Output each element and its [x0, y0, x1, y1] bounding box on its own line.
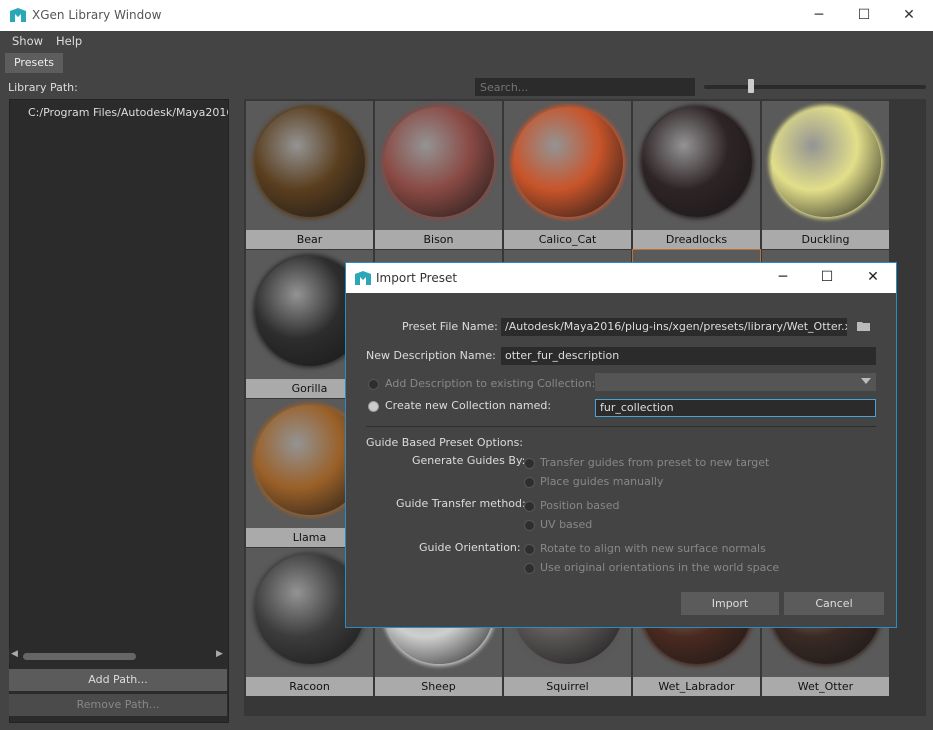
preset-label: Wet_Labrador [633, 677, 760, 696]
cancel-button[interactable]: Cancel [784, 592, 884, 615]
menu-show[interactable]: Show [12, 34, 43, 48]
add-existing-radio[interactable] [368, 379, 379, 390]
collection-name-input[interactable]: fur_collection [595, 399, 876, 417]
import-button[interactable]: Import [681, 592, 779, 615]
minimize-icon[interactable]: ─ [810, 6, 828, 24]
preset-file-field[interactable]: /Autodesk/Maya2016/plug-ins/xgen/presets… [501, 318, 847, 336]
preset-tile[interactable]: Bear [246, 101, 373, 249]
preset-file-label: Preset File Name: [402, 320, 498, 333]
library-path-panel: Library Path: C:/Program Files/Autodesk/… [0, 73, 232, 730]
add-existing-label: Add Description to existing Collection: [385, 377, 596, 390]
scrollbar-thumb[interactable] [23, 653, 136, 660]
position-based-radio[interactable] [524, 501, 535, 512]
scroll-left-icon[interactable]: ◀ [11, 649, 18, 659]
maximize-icon[interactable]: ☐ [818, 268, 836, 286]
maya-logo-icon [355, 271, 371, 285]
preset-label: Wet_Otter [762, 677, 889, 696]
preset-label: Calico_Cat [504, 230, 631, 249]
preset-thumbnail [642, 107, 752, 217]
position-based-label: Position based [540, 499, 620, 512]
slider-handle[interactable] [748, 79, 754, 93]
close-icon[interactable]: ✕ [864, 268, 882, 286]
library-path-label: Library Path: [8, 81, 78, 94]
preset-thumbnail [384, 107, 494, 217]
generate-manual-label: Place guides manually [540, 475, 664, 488]
close-icon[interactable]: ✕ [900, 6, 918, 24]
uv-based-radio[interactable] [524, 520, 535, 531]
preset-label: Squirrel [504, 677, 631, 696]
preset-label: Racoon [246, 677, 373, 696]
rotate-align-radio[interactable] [524, 544, 535, 555]
generate-guides-label: Generate Guides By: [412, 454, 526, 467]
generate-transfer-radio[interactable] [524, 458, 535, 469]
preset-label: Dreadlocks [633, 230, 760, 249]
library-path-item[interactable]: C:/Program Files/Autodesk/Maya2016/p [28, 106, 228, 119]
uv-based-label: UV based [540, 518, 593, 531]
generate-manual-radio[interactable] [524, 477, 535, 488]
preset-label: Sheep [375, 677, 502, 696]
menu-bar: Show Help [0, 31, 933, 51]
dialog-title: Import Preset [376, 271, 458, 285]
folder-icon[interactable] [857, 320, 871, 332]
tab-bar: Presets [0, 51, 933, 73]
original-orientation-radio[interactable] [524, 563, 535, 574]
preset-thumbnail [771, 107, 881, 217]
existing-collection-dropdown[interactable] [595, 373, 876, 391]
thumbnail-size-slider[interactable] [704, 85, 926, 89]
divider [366, 426, 876, 427]
preset-tile[interactable]: Calico_Cat [504, 101, 631, 249]
preset-tile[interactable]: Duckling [762, 101, 889, 249]
window-title: XGen Library Window [32, 8, 162, 22]
original-orientation-label: Use original orientations in the world s… [540, 561, 780, 574]
preset-label: Bear [246, 230, 373, 249]
create-new-radio[interactable] [368, 401, 379, 412]
minimize-icon[interactable]: ─ [774, 268, 792, 286]
chevron-down-icon [861, 378, 871, 384]
new-description-field[interactable]: otter_fur_description [501, 347, 876, 365]
library-path-list[interactable]: C:/Program Files/Autodesk/Maya2016/p [9, 99, 229, 723]
generate-transfer-label: Transfer guides from preset to new targe… [540, 456, 770, 469]
import-preset-dialog: Import Preset ─ ☐ ✕ Preset File Name: /A… [345, 262, 897, 628]
search-input[interactable] [475, 78, 695, 96]
remove-path-button[interactable]: Remove Path... [9, 694, 227, 716]
guide-options-label: Guide Based Preset Options: [366, 436, 524, 449]
preset-tile[interactable]: Bison [375, 101, 502, 249]
window-title-bar: XGen Library Window ─ ☐ ✕ [0, 0, 933, 31]
preset-label: Duckling [762, 230, 889, 249]
preset-thumbnail [513, 107, 623, 217]
preset-thumbnail [255, 107, 365, 217]
add-path-button[interactable]: Add Path... [9, 669, 227, 691]
orientation-label: Guide Orientation: [419, 541, 521, 554]
new-description-label: New Description Name: [366, 349, 496, 362]
preset-tile[interactable]: Dreadlocks [633, 101, 760, 249]
scroll-right-icon[interactable]: ▶ [216, 649, 223, 659]
preset-label: Bison [375, 230, 502, 249]
transfer-method-label: Guide Transfer method: [396, 497, 526, 510]
dialog-title-bar: Import Preset ─ ☐ ✕ [346, 263, 896, 293]
horizontal-scrollbar[interactable]: ◀ ▶ [9, 649, 227, 663]
maximize-icon[interactable]: ☐ [855, 6, 873, 24]
create-new-label: Create new Collection named: [385, 399, 552, 412]
rotate-align-label: Rotate to align with new surface normals [540, 542, 766, 555]
tab-presets[interactable]: Presets [5, 53, 63, 73]
menu-help[interactable]: Help [56, 34, 82, 48]
maya-logo-icon [10, 8, 26, 22]
